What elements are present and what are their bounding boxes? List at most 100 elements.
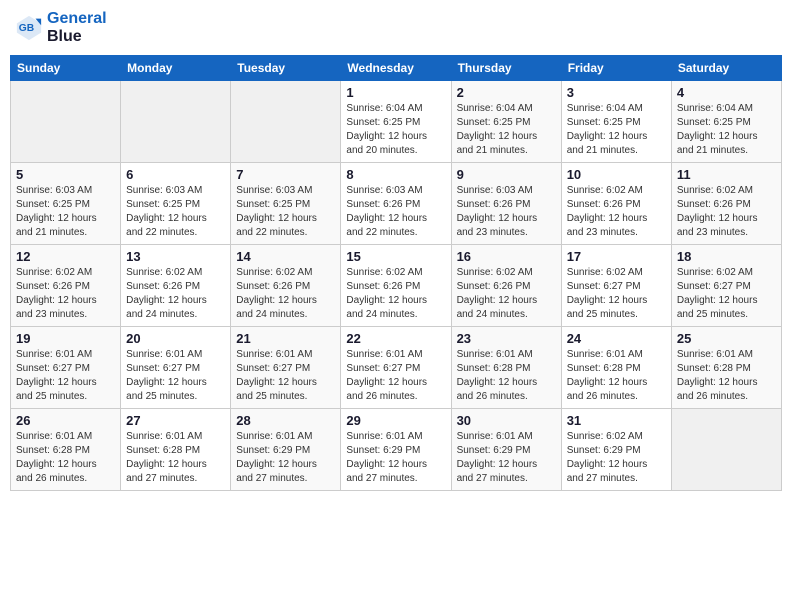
day-info: Sunrise: 6:03 AM Sunset: 6:26 PM Dayligh…: [346, 184, 445, 240]
day-number: 3: [567, 85, 666, 100]
day-info: Sunrise: 6:01 AM Sunset: 6:29 PM Dayligh…: [457, 430, 556, 486]
calendar-day-cell: 25 Sunrise: 6:01 AM Sunset: 6:28 PM Dayli…: [671, 327, 781, 409]
day-number: 10: [567, 167, 666, 182]
day-info: Sunrise: 6:03 AM Sunset: 6:25 PM Dayligh…: [126, 184, 225, 240]
day-number: 28: [236, 413, 335, 428]
calendar-day-cell: 16 Sunrise: 6:02 AM Sunset: 6:26 PM Dayli…: [451, 245, 561, 327]
day-info: Sunrise: 6:02 AM Sunset: 6:26 PM Dayligh…: [236, 266, 335, 322]
day-number: 16: [457, 249, 556, 264]
calendar-day-cell: [671, 409, 781, 491]
calendar-day-cell: 18 Sunrise: 6:02 AM Sunset: 6:27 PM Dayli…: [671, 245, 781, 327]
calendar-day-cell: 10 Sunrise: 6:02 AM Sunset: 6:26 PM Dayli…: [561, 163, 671, 245]
calendar-table: SundayMondayTuesdayWednesdayThursdayFrid…: [10, 55, 782, 491]
day-info: Sunrise: 6:01 AM Sunset: 6:29 PM Dayligh…: [236, 430, 335, 486]
day-number: 17: [567, 249, 666, 264]
day-info: Sunrise: 6:01 AM Sunset: 6:27 PM Dayligh…: [16, 348, 115, 404]
calendar-day-cell: 14Sunrise: 6:02 AM Sunset: 6:26 PM Dayli…: [231, 245, 341, 327]
day-info: Sunrise: 6:02 AM Sunset: 6:26 PM Dayligh…: [126, 266, 225, 322]
day-number: 5: [16, 167, 115, 182]
calendar-day-cell: 2Sunrise: 6:04 AM Sunset: 6:25 PM Daylig…: [451, 81, 561, 163]
calendar-header-wednesday: Wednesday: [341, 56, 451, 81]
day-info: Sunrise: 6:01 AM Sunset: 6:27 PM Dayligh…: [126, 348, 225, 404]
day-info: Sunrise: 6:02 AM Sunset: 6:26 PM Dayligh…: [457, 266, 556, 322]
day-info: Sunrise: 6:02 AM Sunset: 6:26 PM Dayligh…: [677, 184, 776, 240]
day-info: Sunrise: 6:01 AM Sunset: 6:27 PM Dayligh…: [346, 348, 445, 404]
calendar-day-cell: [231, 81, 341, 163]
day-info: Sunrise: 6:02 AM Sunset: 6:26 PM Dayligh…: [567, 184, 666, 240]
day-info: Sunrise: 6:04 AM Sunset: 6:25 PM Dayligh…: [677, 102, 776, 158]
day-info: Sunrise: 6:01 AM Sunset: 6:27 PM Dayligh…: [236, 348, 335, 404]
day-info: Sunrise: 6:02 AM Sunset: 6:27 PM Dayligh…: [677, 266, 776, 322]
day-number: 19: [16, 331, 115, 346]
day-number: 25: [677, 331, 776, 346]
day-number: 7: [236, 167, 335, 182]
day-number: 31: [567, 413, 666, 428]
calendar-day-cell: 12Sunrise: 6:02 AM Sunset: 6:26 PM Dayli…: [11, 245, 121, 327]
calendar-header-thursday: Thursday: [451, 56, 561, 81]
calendar-week-row: 1Sunrise: 6:04 AM Sunset: 6:25 PM Daylig…: [11, 81, 782, 163]
calendar-week-row: 12 Sunrise: 6:02 AM Sunset: 6:26 PM Dayli…: [11, 245, 782, 327]
calendar-day-cell: 26 Sunrise: 6:01 AM Sunset: 6:28 PM Dayli…: [11, 409, 121, 491]
calendar-day-cell: 31 Sunrise: 6:02 AM Sunset: 6:29 PM Dayli…: [561, 409, 671, 491]
day-number: 8: [346, 167, 445, 182]
day-number: 29: [346, 413, 445, 428]
calendar-day-cell: 3 Sunrise: 6:04 AM Sunset: 6:25 PM Daylig…: [561, 81, 671, 163]
day-info: Sunrise: 6:03 AM Sunset: 6:25 PM Dayligh…: [236, 184, 335, 240]
calendar-day-cell: 24 Sunrise: 6:01 AM Sunset: 6:28 PM Dayli…: [561, 327, 671, 409]
calendar-week-row: 5 Sunrise: 6:03 AM Sunset: 6:25 PM Daylig…: [11, 163, 782, 245]
calendar-day-cell: 29Sunrise: 6:01 AM Sunset: 6:29 PM Dayli…: [341, 409, 451, 491]
day-number: 26: [16, 413, 115, 428]
calendar-header-row: SundayMondayTuesdayWednesdayThursdayFrid…: [11, 56, 782, 81]
day-number: 30: [457, 413, 556, 428]
day-info: Sunrise: 6:01 AM Sunset: 6:28 PM Dayligh…: [677, 348, 776, 404]
day-number: 20: [126, 331, 225, 346]
calendar-day-cell: 13Sunrise: 6:02 AM Sunset: 6:26 PM Dayli…: [121, 245, 231, 327]
calendar-day-cell: 27 Sunrise: 6:01 AM Sunset: 6:28 PM Dayli…: [121, 409, 231, 491]
calendar-day-cell: 22 Sunrise: 6:01 AM Sunset: 6:27 PM Dayli…: [341, 327, 451, 409]
calendar-day-cell: 7 Sunrise: 6:03 AM Sunset: 6:25 PM Daylig…: [231, 163, 341, 245]
calendar-header-tuesday: Tuesday: [231, 56, 341, 81]
logo-icon: GB: [15, 14, 43, 42]
calendar-day-cell: 21 Sunrise: 6:01 AM Sunset: 6:27 PM Dayli…: [231, 327, 341, 409]
day-number: 21: [236, 331, 335, 346]
calendar-header-monday: Monday: [121, 56, 231, 81]
day-info: Sunrise: 6:04 AM Sunset: 6:25 PM Dayligh…: [457, 102, 556, 158]
calendar-day-cell: [121, 81, 231, 163]
day-info: Sunrise: 6:03 AM Sunset: 6:26 PM Dayligh…: [457, 184, 556, 240]
page-header: GB General Blue: [10, 10, 782, 45]
day-info: Sunrise: 6:03 AM Sunset: 6:25 PM Dayligh…: [16, 184, 115, 240]
calendar-week-row: 26 Sunrise: 6:01 AM Sunset: 6:28 PM Dayli…: [11, 409, 782, 491]
day-info: Sunrise: 6:01 AM Sunset: 6:28 PM Dayligh…: [567, 348, 666, 404]
day-number: 15: [346, 249, 445, 264]
day-info: Sunrise: 6:01 AM Sunset: 6:28 PM Dayligh…: [457, 348, 556, 404]
calendar-day-cell: 19 Sunrise: 6:01 AM Sunset: 6:27 PM Dayli…: [11, 327, 121, 409]
day-number: 24: [567, 331, 666, 346]
calendar-day-cell: 17 Sunrise: 6:02 AM Sunset: 6:27 PM Dayli…: [561, 245, 671, 327]
calendar-header-sunday: Sunday: [11, 56, 121, 81]
day-info: Sunrise: 6:04 AM Sunset: 6:25 PM Dayligh…: [346, 102, 445, 158]
svg-text:GB: GB: [19, 22, 34, 33]
day-number: 9: [457, 167, 556, 182]
day-number: 18: [677, 249, 776, 264]
day-info: Sunrise: 6:01 AM Sunset: 6:28 PM Dayligh…: [16, 430, 115, 486]
day-info: Sunrise: 6:01 AM Sunset: 6:28 PM Dayligh…: [126, 430, 225, 486]
day-number: 12: [16, 249, 115, 264]
day-number: 22: [346, 331, 445, 346]
day-number: 6: [126, 167, 225, 182]
day-number: 11: [677, 167, 776, 182]
calendar-day-cell: 23Sunrise: 6:01 AM Sunset: 6:28 PM Dayli…: [451, 327, 561, 409]
calendar-day-cell: 30 Sunrise: 6:01 AM Sunset: 6:29 PM Dayli…: [451, 409, 561, 491]
calendar-header-friday: Friday: [561, 56, 671, 81]
day-info: Sunrise: 6:04 AM Sunset: 6:25 PM Dayligh…: [567, 102, 666, 158]
calendar-day-cell: 4Sunrise: 6:04 AM Sunset: 6:25 PM Daylig…: [671, 81, 781, 163]
calendar-day-cell: 5 Sunrise: 6:03 AM Sunset: 6:25 PM Daylig…: [11, 163, 121, 245]
logo-text: General Blue: [47, 10, 107, 45]
day-number: 27: [126, 413, 225, 428]
day-info: Sunrise: 6:02 AM Sunset: 6:29 PM Dayligh…: [567, 430, 666, 486]
calendar-header-saturday: Saturday: [671, 56, 781, 81]
calendar-day-cell: [11, 81, 121, 163]
calendar-day-cell: 28 Sunrise: 6:01 AM Sunset: 6:29 PM Dayli…: [231, 409, 341, 491]
calendar-day-cell: 11 Sunrise: 6:02 AM Sunset: 6:26 PM Dayli…: [671, 163, 781, 245]
calendar-week-row: 19 Sunrise: 6:01 AM Sunset: 6:27 PM Dayli…: [11, 327, 782, 409]
day-info: Sunrise: 6:02 AM Sunset: 6:27 PM Dayligh…: [567, 266, 666, 322]
